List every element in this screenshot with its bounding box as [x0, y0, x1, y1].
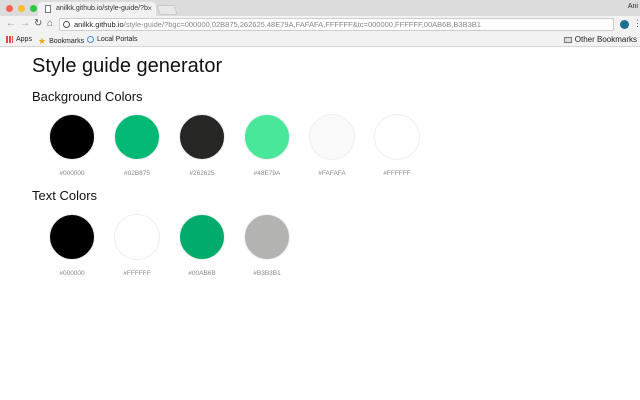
color-hex-label: #262625 — [189, 170, 215, 177]
color-circle — [309, 114, 355, 160]
forward-icon[interactable]: → — [20, 18, 30, 29]
color-swatch: #000000 — [42, 214, 102, 277]
bookmarks-bar: Apps ★ Bookmarks Local Portals Other Book… — [0, 33, 640, 47]
background-colors-heading: Background Colors — [32, 89, 143, 104]
close-tab-icon[interactable]: × — [147, 4, 152, 13]
tab-title: anilkk.github.io/style-guide/?b — [56, 5, 148, 12]
color-circle — [114, 214, 160, 260]
color-circle — [374, 114, 420, 160]
text-colors-heading: Text Colors — [32, 188, 98, 203]
color-swatch: #48E79A — [237, 114, 297, 177]
menu-icon[interactable]: ⋮ — [633, 18, 640, 29]
color-circle — [244, 214, 290, 260]
profile-name[interactable]: Ani — [628, 3, 638, 10]
color-hex-label: #FFFFFF — [123, 270, 151, 277]
color-hex-label: #FFFFFF — [383, 170, 411, 177]
color-swatch: #02B875 — [107, 114, 167, 177]
color-circle — [49, 214, 95, 260]
maximize-window-button[interactable] — [30, 5, 37, 12]
color-circle — [49, 114, 95, 160]
star-icon: ★ — [38, 36, 47, 46]
color-swatch: #FFFFFF — [107, 214, 167, 277]
apps-icon — [6, 36, 13, 43]
browser-tab[interactable]: anilkk.github.io/style-guide/?b × — [38, 2, 156, 16]
bookmark-bookmarks[interactable]: ★ Bookmarks — [38, 36, 84, 47]
extension-icon[interactable] — [620, 20, 629, 29]
url-host: anilkk.github.io — [74, 20, 124, 29]
url-path: /style-guide/?bgc=000000,02B875,262625,4… — [123, 20, 481, 29]
color-hex-label: #000000 — [59, 170, 85, 177]
color-swatch: #FAFAFA — [302, 114, 362, 177]
color-hex-label: #FAFAFA — [318, 170, 346, 177]
browser-toolbar: ← → ↻ ⌂ anilkk.github.io/style-guide/?bg… — [0, 16, 640, 33]
color-hex-label: #B3B3B1 — [253, 270, 281, 277]
page-icon — [45, 5, 51, 13]
back-icon[interactable]: ← — [6, 18, 16, 29]
color-circle — [114, 114, 160, 160]
bookmark-local-portals[interactable]: Local Portals — [87, 36, 137, 43]
address-bar[interactable]: anilkk.github.io/style-guide/?bgc=000000… — [59, 18, 614, 31]
color-circle — [244, 114, 290, 160]
reload-icon[interactable]: ↻ — [34, 18, 42, 29]
color-hex-label: #48E79A — [253, 170, 281, 177]
color-swatch: #00AB6B — [172, 214, 232, 277]
folder-icon — [563, 36, 572, 43]
info-icon[interactable] — [63, 21, 70, 28]
tab-strip: anilkk.github.io/style-guide/?b × Ani — [0, 0, 640, 16]
color-swatch: #000000 — [42, 114, 102, 177]
color-hex-label: #00AB6B — [188, 270, 216, 277]
color-swatch: #B3B3B1 — [237, 214, 297, 277]
color-hex-label: #02B875 — [123, 170, 151, 177]
color-hex-label: #000000 — [59, 270, 85, 277]
other-bookmarks[interactable]: Other Bookmarks — [563, 35, 637, 44]
color-swatch: #FFFFFF — [367, 114, 427, 177]
bookmark-apps[interactable]: Apps — [6, 36, 32, 43]
other-bookmarks-label: Other Bookmarks — [574, 35, 637, 44]
minimize-window-button[interactable] — [18, 5, 25, 12]
page-title: Style guide generator — [32, 55, 223, 77]
color-swatch: #262625 — [172, 114, 232, 177]
home-icon[interactable]: ⌂ — [47, 18, 53, 29]
color-circle — [179, 214, 225, 260]
color-circle — [179, 114, 225, 160]
page-content: Style guide generator Background Colors … — [0, 47, 640, 400]
bookmark-label: Local Portals — [97, 36, 138, 43]
close-window-button[interactable] — [6, 5, 13, 12]
new-tab-button[interactable] — [156, 5, 178, 15]
bookmark-label: Apps — [16, 36, 32, 43]
bookmark-label: Bookmarks — [49, 38, 85, 45]
globe-icon — [87, 36, 94, 43]
